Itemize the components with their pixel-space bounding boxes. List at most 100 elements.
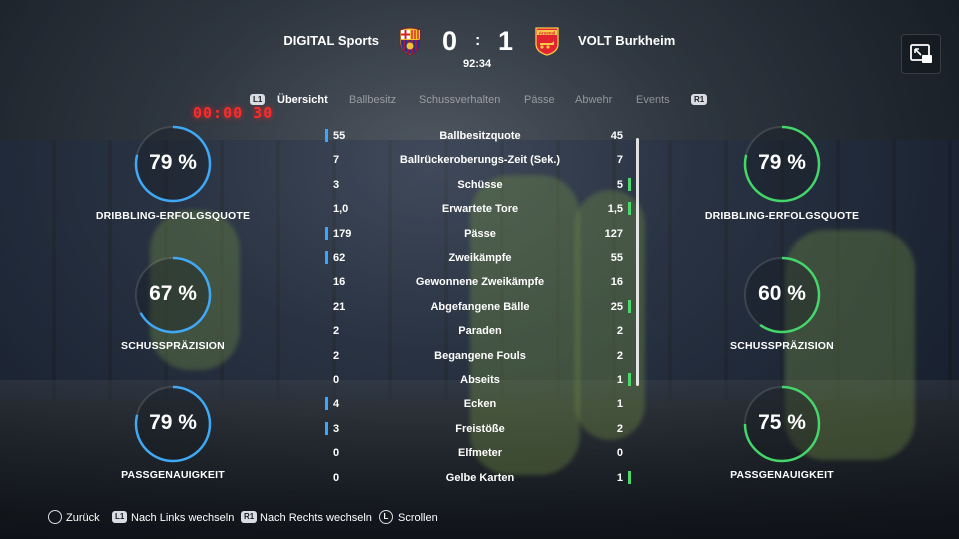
stat-name: Ballrückeroberungs-Zeit (Sek.) <box>399 154 561 167</box>
stat-row: 3 Freistöße 2 <box>0 419 959 439</box>
away-lead-indicator <box>628 470 631 484</box>
away-stat-value: 1 <box>616 471 623 484</box>
stat-row: 0 Abseits 1 <box>0 370 959 390</box>
away-stat-value: 1 <box>616 398 623 411</box>
left-stick-icon: L <box>379 510 393 524</box>
stat-name: Begangene Fouls <box>434 349 526 362</box>
stat-row: 2 Begangene Fouls 2 <box>0 346 959 366</box>
scroll-hint[interactable]: Scrollen <box>398 512 438 524</box>
stat-row: 4 Ecken 1 <box>0 394 959 414</box>
stat-row: 2 Paraden 2 <box>0 321 959 341</box>
home-stat-value: 21 <box>333 300 346 313</box>
match-clock: 92:34 <box>463 58 492 70</box>
stat-name: Elfmeter <box>457 447 503 460</box>
home-lead-indicator <box>325 421 328 435</box>
home-stat-value: 1,0 <box>333 203 349 216</box>
stat-name: Abgefangene Bälle <box>430 300 530 313</box>
away-stat-value: 127 <box>604 227 623 240</box>
stat-name: Ecken <box>463 398 497 411</box>
home-lead-indicator <box>325 226 328 240</box>
view-toggle-button[interactable] <box>901 34 941 74</box>
home-stat-value: 179 <box>333 227 352 240</box>
away-stat-value: 2 <box>616 349 623 362</box>
away-team-name: VOLT Burkheim <box>578 33 676 48</box>
home-stat-value: 3 <box>333 422 340 435</box>
tab-events[interactable]: Events <box>636 94 670 106</box>
away-stat-value: 2 <box>616 422 623 435</box>
stat-row: 1,0 Erwartete Tore 1,5 <box>0 199 959 219</box>
home-stat-value: 4 <box>333 398 340 411</box>
away-stat-value: 1,5 <box>607 203 623 216</box>
away-stat-value: 5 <box>616 178 623 191</box>
home-lead-indicator <box>325 397 328 411</box>
tab-possession[interactable]: Ballbesitz <box>349 94 396 106</box>
away-stat-value: 25 <box>610 300 623 313</box>
home-stat-value: 3 <box>333 178 340 191</box>
home-stat-value: 55 <box>333 130 346 142</box>
stat-name: Freistöße <box>455 422 505 435</box>
arsenal-crest-text: Arsenal <box>539 30 556 35</box>
stat-row: 21 Abgefangene Bälle 25 <box>0 297 959 317</box>
home-lead-indicator <box>325 251 328 264</box>
r1-button-icon[interactable]: R1 <box>691 94 708 105</box>
tab-passes[interactable]: Pässe <box>524 94 555 106</box>
away-stat-value: 2 <box>616 325 623 338</box>
stat-name: Gelbe Karten <box>445 471 515 484</box>
home-stat-value: 16 <box>333 276 346 289</box>
stat-name: Paraden <box>458 325 502 338</box>
circle-button-icon <box>48 510 62 524</box>
away-stat-value: 7 <box>616 154 623 167</box>
home-score: 0 <box>442 26 458 56</box>
tab-shooting[interactable]: Schussverhalten <box>419 94 500 106</box>
home-stat-value: 2 <box>333 325 340 338</box>
away-stat-value: 45 <box>610 130 623 142</box>
away-lead-indicator <box>628 373 631 386</box>
home-lead-indicator <box>325 129 328 142</box>
stat-name: Zweikämpfe <box>448 252 512 264</box>
home-stat-value: 0 <box>333 471 340 484</box>
home-team-name: DIGITAL Sports <box>283 33 379 48</box>
stat-name: Erwartete Tore <box>441 203 519 216</box>
away-stat-value: 55 <box>610 252 623 264</box>
away-stat-value: 0 <box>616 447 623 460</box>
stats-scrollbar[interactable] <box>636 138 639 386</box>
stat-name: Schüsse <box>457 178 503 191</box>
stat-name: Ballbesitzquote <box>439 130 521 142</box>
tab-overview[interactable]: Übersicht <box>277 94 328 106</box>
away-lead-indicator <box>628 202 631 216</box>
home-stat-value: 2 <box>333 349 340 362</box>
stat-row: 0 Gelbe Karten 1 <box>0 468 959 488</box>
picture-in-picture-icon <box>910 44 932 63</box>
away-lead-indicator <box>628 299 631 313</box>
tab-defence[interactable]: Abwehr <box>575 94 612 106</box>
arsenal-crest-icon: Arsenal <box>534 26 560 56</box>
scoreboard: DIGITAL Sports 0 : 1 Arsenal VOLT Burkhe… <box>0 24 959 74</box>
away-stat-value: 16 <box>610 276 623 289</box>
stat-row: 179 Pässe 127 <box>0 224 959 244</box>
stat-name: Abseits <box>460 374 500 386</box>
switch-right-hint[interactable]: Nach Rechts wechseln <box>260 512 372 524</box>
l1-button-icon: L1 <box>112 511 128 523</box>
home-stat-value: 62 <box>333 252 346 264</box>
home-stat-value: 0 <box>333 374 340 386</box>
stat-row: 55 Ballbesitzquote 45 <box>0 126 959 146</box>
stat-row: 7 Ballrückeroberungs-Zeit (Sek.) 7 <box>0 150 959 170</box>
footer-hints: Zurück L1 Nach Links wechseln R1 Nach Re… <box>0 509 959 529</box>
stat-row: 16 Gewonnene Zweikämpfe 16 <box>0 272 959 292</box>
away-lead-indicator <box>628 177 631 191</box>
stat-name: Pässe <box>464 227 496 240</box>
away-stat-value: 1 <box>616 374 623 386</box>
switch-left-hint[interactable]: Nach Links wechseln <box>131 512 234 524</box>
score-separator: : <box>475 32 481 49</box>
l1-button-icon[interactable]: L1 <box>250 94 266 105</box>
away-score: 1 <box>498 26 514 56</box>
stat-row: 62 Zweikämpfe 55 <box>0 248 959 268</box>
stats-tabs: L1 Übersicht Ballbesitz Schussverhalten … <box>0 92 959 110</box>
r1-button-icon: R1 <box>241 511 258 523</box>
barcelona-crest-icon <box>397 26 423 56</box>
home-stat-value: 7 <box>333 154 340 167</box>
stat-name: Gewonnene Zweikämpfe <box>415 276 545 289</box>
home-stat-value: 0 <box>333 447 340 460</box>
back-hint[interactable]: Zurück <box>66 512 100 524</box>
stat-row: 3 Schüsse 5 <box>0 175 959 195</box>
